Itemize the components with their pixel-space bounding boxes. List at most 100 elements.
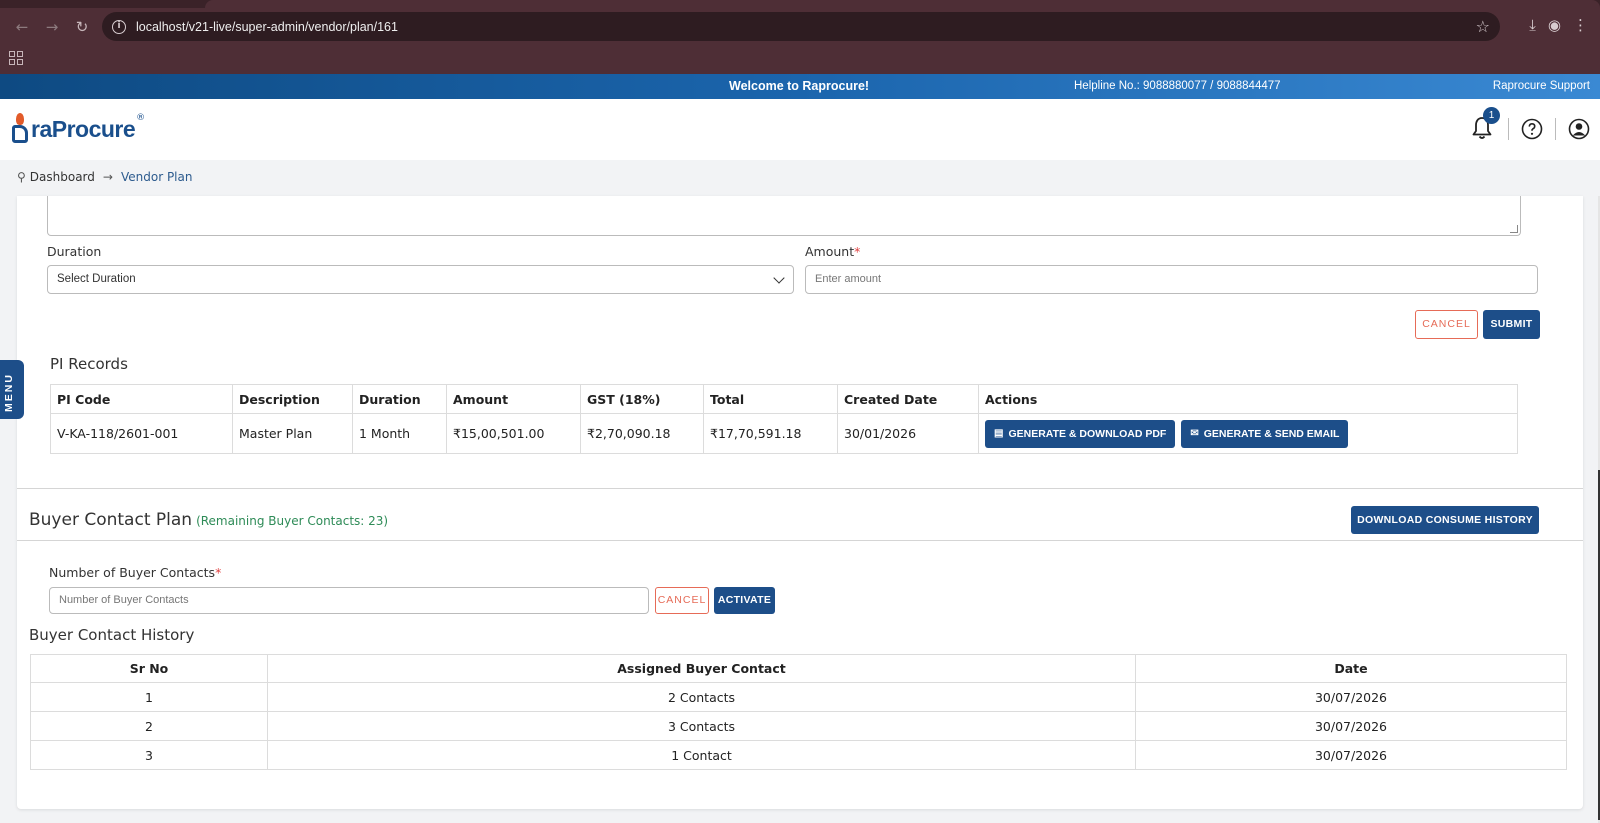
- url-text[interactable]: localhost/v21-live/super-admin/vendor/pl…: [136, 20, 398, 34]
- created-date-cell: 30/01/2026: [837, 413, 979, 454]
- col-duration: Duration: [352, 384, 447, 414]
- welcome-bar: Welcome to Raprocure! Helpline No.: 9088…: [0, 74, 1600, 99]
- logo-text: raProcure: [31, 116, 136, 142]
- support-link[interactable]: Raprocure Support: [1493, 80, 1590, 92]
- chevron-down-icon: [773, 272, 785, 284]
- pi-code-cell: V-KA-118/2601-001: [50, 413, 233, 454]
- col-total: Total: [703, 384, 838, 414]
- divider: [1508, 118, 1509, 140]
- submit-button[interactable]: SUBMIT: [1483, 310, 1540, 339]
- pin-icon: ⚲: [17, 170, 26, 184]
- breadcrumb-bar: ⚲ Dashboard → Vendor Plan: [0, 160, 1600, 196]
- browser-toolbar: ← → ↻ i localhost/v21-live/super-admin/v…: [0, 0, 1600, 74]
- browser-menu-icon[interactable]: ⋮: [1573, 16, 1588, 34]
- buyer-contact-history-table: Sr No Assigned Buyer Contact Date 1 2 Co…: [30, 654, 1567, 770]
- activate-button[interactable]: ACTIVATE: [714, 587, 775, 614]
- browser-nav: ← → ↻: [10, 17, 94, 37]
- amount-label: Amount*: [805, 244, 861, 259]
- col-amount: Amount: [446, 384, 581, 414]
- browser-actions: ⤓ ◉ ⋮: [1529, 16, 1588, 34]
- vendor-plan-card: Duration Select Duration Amount* Enter a…: [17, 196, 1583, 809]
- col-actions: Actions: [978, 384, 1518, 414]
- tab-strip: [0, 0, 1600, 8]
- user-account-icon[interactable]: [1568, 118, 1590, 140]
- download-icon[interactable]: ⤓: [1529, 16, 1536, 34]
- gst-cell: ₹2,70,090.18: [580, 413, 704, 454]
- generate-send-email-button[interactable]: ✉ GENERATE & SEND EMAIL: [1181, 419, 1349, 448]
- logo-mark-icon: [12, 113, 30, 143]
- amount-cell: ₹15,00,501.00: [446, 413, 581, 454]
- forward-icon[interactable]: →: [40, 17, 64, 37]
- col-date: Date: [1135, 654, 1567, 683]
- download-consume-history-button[interactable]: DOWNLOAD CONSUME HISTORY: [1351, 506, 1539, 534]
- buyer-contacts-cancel-button[interactable]: CANCEL: [655, 587, 709, 614]
- col-sr-no: Sr No: [30, 654, 268, 683]
- amount-input[interactable]: Enter amount: [805, 265, 1538, 294]
- buyer-contacts-label: Number of Buyer Contacts*: [49, 565, 222, 580]
- helpline-text: Helpline No.: 9088880077 / 9088844477: [1074, 80, 1281, 92]
- pdf-file-icon: ▤: [994, 428, 1004, 439]
- assigned-cell: 3 Contacts: [267, 711, 1136, 741]
- pi-records-table: PI Code Description Duration Amount GST …: [50, 384, 1518, 454]
- actions-cell: ▤ GENERATE & DOWNLOAD PDF ✉ GENERATE & S…: [978, 413, 1518, 454]
- description-textarea[interactable]: [47, 196, 1521, 236]
- remaining-contacts: (Remaining Buyer Contacts: 23): [196, 514, 389, 528]
- description-cell: Master Plan: [232, 413, 353, 454]
- side-menu-toggle[interactable]: MENU: [0, 360, 24, 419]
- generate-download-pdf-button[interactable]: ▤ GENERATE & DOWNLOAD PDF: [985, 419, 1176, 448]
- breadcrumb-current: Vendor Plan: [120, 170, 193, 184]
- duration-select[interactable]: Select Duration: [47, 265, 794, 294]
- address-bar[interactable]: i localhost/v21-live/super-admin/vendor/…: [102, 12, 1500, 41]
- buyer-contact-plan-title: Buyer Contact Plan (Remaining Buyer Conta…: [29, 510, 389, 530]
- site-info-icon[interactable]: i: [112, 19, 126, 34]
- generate-send-email-label: GENERATE & SEND EMAIL: [1203, 427, 1340, 440]
- duration-label: Duration: [47, 244, 102, 259]
- raprocure-logo[interactable]: raProcure ®: [12, 113, 145, 143]
- assigned-cell: 1 Contact: [267, 740, 1136, 770]
- col-assigned-buyer-contact: Assigned Buyer Contact: [267, 654, 1136, 683]
- duration-cell: 1 Month: [352, 413, 447, 454]
- notification-bell-icon[interactable]: 1: [1470, 107, 1500, 143]
- cancel-button[interactable]: CANCEL: [1415, 310, 1478, 339]
- table-header-row: PI Code Description Duration Amount GST …: [50, 384, 1518, 414]
- assigned-cell: 2 Contacts: [267, 682, 1136, 712]
- breadcrumb: ⚲ Dashboard → Vendor Plan: [17, 170, 192, 184]
- apps-grid-icon[interactable]: [9, 51, 23, 65]
- pi-records-title: PI Records: [50, 355, 128, 373]
- table-row: 2 3 Contacts 30/07/2026: [30, 711, 1567, 741]
- back-icon[interactable]: ←: [10, 17, 34, 37]
- table-row: 3 1 Contact 30/07/2026: [30, 740, 1567, 770]
- date-cell: 30/07/2026: [1135, 740, 1567, 770]
- active-tab[interactable]: [205, 0, 1600, 8]
- generate-download-pdf-label: GENERATE & DOWNLOAD PDF: [1008, 427, 1167, 440]
- registered-mark: ®: [136, 113, 146, 123]
- header-icons: 1: [1470, 107, 1590, 143]
- notification-badge: 1: [1483, 107, 1500, 124]
- bookmark-star-icon[interactable]: ☆: [1476, 17, 1490, 36]
- table-header-row: Sr No Assigned Buyer Contact Date: [30, 654, 1567, 683]
- profile-icon[interactable]: ◉: [1548, 16, 1561, 34]
- duration-selected-value: Select Duration: [57, 273, 136, 285]
- section-divider: [17, 488, 1583, 489]
- arrow-right-icon: →: [102, 170, 113, 184]
- table-row: V-KA-118/2601-001 Master Plan 1 Month ₹1…: [50, 413, 1518, 454]
- total-cell: ₹17,70,591.18: [703, 413, 838, 454]
- buyer-contacts-input[interactable]: Number of Buyer Contacts: [49, 587, 649, 614]
- buyer-contact-history-title: Buyer Contact History: [29, 626, 195, 644]
- breadcrumb-dashboard[interactable]: Dashboard: [30, 170, 95, 184]
- divider: [1555, 118, 1556, 140]
- resize-grip-icon[interactable]: [1510, 225, 1518, 233]
- reload-icon[interactable]: ↻: [70, 17, 94, 37]
- envelope-icon: ✉: [1190, 428, 1199, 439]
- col-gst: GST (18%): [580, 384, 704, 414]
- section-divider: [17, 540, 1583, 541]
- col-created-date: Created Date: [837, 384, 979, 414]
- col-description: Description: [232, 384, 353, 414]
- sr-cell: 1: [30, 682, 268, 712]
- app-header: raProcure ® 1: [0, 99, 1600, 160]
- col-pi-code: PI Code: [50, 384, 233, 414]
- sr-cell: 2: [30, 711, 268, 741]
- help-icon[interactable]: [1521, 118, 1543, 140]
- welcome-text: Welcome to Raprocure!: [729, 79, 870, 93]
- menu-label: MENU: [3, 373, 15, 412]
